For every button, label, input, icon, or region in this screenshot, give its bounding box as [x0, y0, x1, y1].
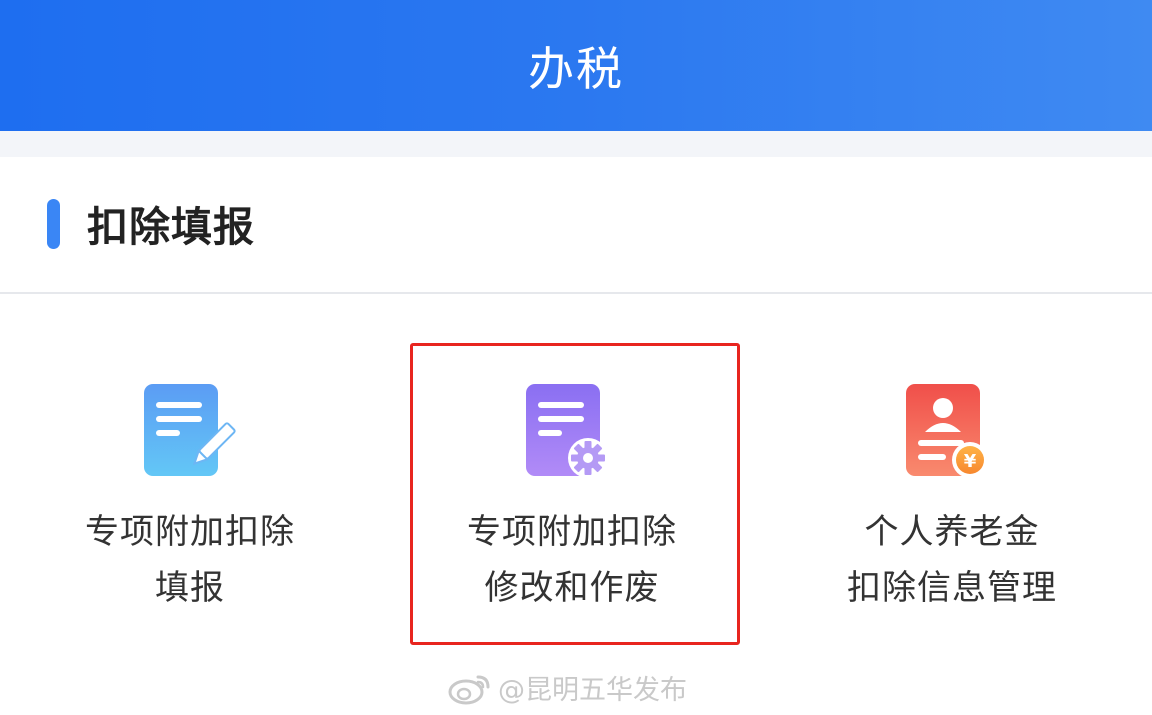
top-nav-bar: 办税 [0, 0, 1152, 131]
section-accent-bar [47, 199, 60, 249]
watermark: @昆明五华发布 [448, 668, 687, 707]
weibo-logo-icon [448, 671, 492, 705]
tile-personal-pension-deduction[interactable]: ¥ 个人养老金 扣除信息管理 [762, 294, 1142, 654]
tile-special-deduction-modify-void[interactable]: 专项附加扣除 修改和作废 [382, 294, 762, 654]
tile-special-deduction-fill[interactable]: 专项附加扣除 填报 [0, 294, 380, 654]
watermark-text: @昆明五华发布 [498, 675, 687, 706]
tile-label: 专项附加扣除 填报 [85, 512, 295, 608]
document-gear-icon [522, 382, 622, 482]
tile-grid: 专项附加扣除 填报 专项附加扣除 修改和作废 ¥ 个人养老金 扣除信息管理 [0, 294, 1152, 654]
section-title: 扣除填报 [87, 203, 255, 251]
section-header: 扣除填报 [0, 157, 1152, 294]
tile-label: 专项附加扣除 修改和作废 [467, 512, 677, 608]
document-pencil-icon [140, 382, 240, 482]
document-person-yen-icon: ¥ [902, 382, 1002, 482]
page-title: 办税 [528, 41, 624, 96]
svg-text:¥: ¥ [964, 451, 977, 472]
section-spacer [0, 131, 1152, 157]
tile-label: 个人养老金 扣除信息管理 [847, 512, 1057, 608]
